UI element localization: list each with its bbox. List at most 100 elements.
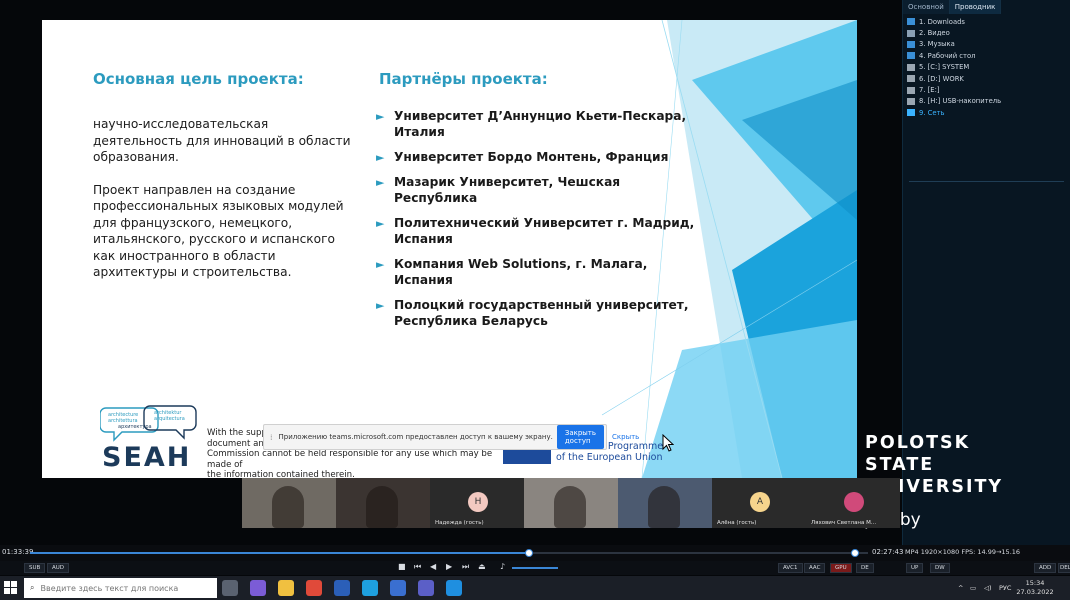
stop-sharing-button[interactable]: Закрыть доступ xyxy=(556,425,605,449)
participant-tile[interactable]: Ляхович Светлана М... xyxy=(806,478,900,528)
volume-tray-icon[interactable]: ◁) xyxy=(984,576,992,600)
participant-avatar: А xyxy=(750,492,770,512)
down-button[interactable]: DW xyxy=(930,563,950,573)
network-icon xyxy=(907,109,915,117)
usb-drive-icon xyxy=(907,97,915,105)
remaining-time: 02:27:43 xyxy=(872,548,904,556)
language-indicator[interactable]: РУС xyxy=(999,576,1011,600)
project-goal-section: Основная цель проекта: научно-исследоват… xyxy=(93,70,353,281)
goal-title: Основная цель проекта: xyxy=(93,70,304,88)
media-player-icon[interactable] xyxy=(446,580,462,596)
open-file-icon[interactable]: ⏏ xyxy=(478,562,486,571)
participant-video xyxy=(366,486,398,528)
drive-icon xyxy=(907,63,915,71)
partners-section: Партнёры проекта: ► Университет Д’Аннунци… xyxy=(376,70,706,338)
next-icon[interactable]: ⏭ xyxy=(462,562,469,572)
up-button[interactable]: UP xyxy=(906,563,924,573)
add-button[interactable]: ADD xyxy=(1034,563,1057,573)
tray-chevron-icon[interactable]: ^ xyxy=(958,576,963,600)
presentation-slide: Основная цель проекта: научно-исследоват… xyxy=(42,20,857,478)
search-input[interactable] xyxy=(40,583,211,593)
volume-slider[interactable] xyxy=(512,567,558,569)
bullet-icon: ► xyxy=(376,299,385,312)
clock-date: 27.03.2022 xyxy=(1016,588,1054,596)
participant-tile[interactable]: А Алёна (гость) xyxy=(712,478,806,528)
play-icon[interactable]: ▶ xyxy=(446,562,452,571)
tab-explorer[interactable]: Проводник xyxy=(949,0,1002,14)
desktop-icon xyxy=(907,52,915,60)
hide-link[interactable]: Скрыть xyxy=(612,433,639,441)
seek-handle[interactable] xyxy=(524,549,533,557)
explorer-tabs: Основной Проводник xyxy=(903,0,1070,14)
elapsed-time: 01:33:39 xyxy=(2,548,34,556)
delete-button[interactable]: DEL xyxy=(1058,563,1070,573)
taskbar-clock[interactable]: 15:34 27.03.2022 xyxy=(1012,579,1058,597)
taskbar-search[interactable]: ⌕ xyxy=(24,578,217,598)
viber-icon[interactable] xyxy=(250,580,266,596)
goal-paragraph: научно-исследовательская деятельность дл… xyxy=(93,117,351,164)
partner-item: ► Университет Бордо Монтень, Франция xyxy=(376,150,669,164)
participant-avatar xyxy=(844,492,864,512)
explorer-item[interactable]: 3. Музыка xyxy=(905,39,1068,50)
gpu-badge[interactable]: GPU xyxy=(830,563,852,573)
explorer-item[interactable]: 5. [C:] SYSTEM xyxy=(905,62,1068,73)
explorer-item-label: 3. Музыка xyxy=(919,40,955,49)
previous-icon[interactable]: ⏮ xyxy=(414,562,421,572)
mouse-cursor-icon xyxy=(662,434,674,452)
search-icon: ⌕ xyxy=(30,583,35,592)
participant-video xyxy=(648,486,680,528)
chrome-icon[interactable] xyxy=(306,580,322,596)
seek-progress xyxy=(30,552,529,554)
participant-video xyxy=(272,486,304,528)
explorer-item[interactable]: 7. [E:] xyxy=(905,84,1068,95)
explorer-item-label: 1. Downloads xyxy=(919,17,965,26)
partners-list: ► Университет Д’Аннунцио Кьети-Пескара, И… xyxy=(376,108,706,329)
explorer-item[interactable]: 6. [D:] WORK xyxy=(905,73,1068,84)
network-tray-icon[interactable]: ▭ xyxy=(970,576,976,600)
explorer-item[interactable]: 2. Видео xyxy=(905,27,1068,38)
download-icon xyxy=(907,18,915,26)
explorer-item-label: 9. Сеть xyxy=(919,108,945,117)
audio-codec-badge: AAC xyxy=(804,563,826,573)
participant-tile[interactable] xyxy=(618,478,712,528)
explorer-item[interactable]: 1. Downloads xyxy=(905,16,1068,27)
participant-tile[interactable]: Н Надежда (гость) xyxy=(430,478,524,528)
media-info: MP4 1920×1080 FPS: 14.99→15.16 xyxy=(905,548,1021,556)
tab-main[interactable]: Основной xyxy=(903,0,950,14)
project-description: Проект направлен на создание профессиона… xyxy=(93,182,344,280)
stop-icon[interactable]: ■ xyxy=(398,562,406,571)
subtitle-button[interactable]: SUB xyxy=(24,563,46,573)
explorer-item[interactable]: 4. Рабочий стол xyxy=(905,50,1068,61)
teams-icon[interactable] xyxy=(418,580,434,596)
save-app-icon[interactable] xyxy=(390,580,406,596)
explorer-item-label: 2. Видео xyxy=(919,29,950,38)
deinterlace-button[interactable]: DE xyxy=(856,563,874,573)
participant-tile[interactable] xyxy=(524,478,618,528)
file-explorer-icon[interactable] xyxy=(278,580,294,596)
secondary-handle[interactable] xyxy=(851,549,860,557)
volume-icon[interactable]: ♪ xyxy=(500,562,505,571)
windows-start-icon[interactable] xyxy=(4,581,18,595)
rewind-icon[interactable]: ◀ xyxy=(430,562,436,571)
task-view-icon[interactable] xyxy=(222,580,238,596)
bullet-icon: ► xyxy=(376,151,385,164)
seah-logo: architecture architettura архитектура ar… xyxy=(100,404,200,473)
participant-tile[interactable] xyxy=(242,478,336,528)
video-codec-badge: AVC1 xyxy=(778,563,803,573)
participant-name: Надежда (гость) xyxy=(435,520,484,526)
drag-handle-icon[interactable]: ⁞ xyxy=(270,433,273,442)
audio-button[interactable]: AUD xyxy=(47,563,70,573)
logo-wordmark: SEAH xyxy=(102,442,192,473)
explorer-item[interactable]: 8. [H:] USB-накопитель xyxy=(905,96,1068,107)
drive-icon xyxy=(907,86,915,94)
participant-tile[interactable] xyxy=(336,478,430,528)
explorer-item[interactable]: 9. Сеть xyxy=(905,107,1068,118)
word-icon[interactable] xyxy=(334,580,350,596)
share-message: Приложению teams.microsoft.com предостав… xyxy=(278,433,553,441)
participant-strip: Н Надежда (гость) А Алёна (гость) Ляхович Св… xyxy=(242,478,900,528)
clock-time: 15:34 xyxy=(1025,579,1045,587)
explorer-item-label: 7. [E:] xyxy=(919,86,940,95)
bullet-icon: ► xyxy=(376,110,385,123)
partner-item: ► Компания Web Solutions, г. Малага, Испа… xyxy=(376,257,648,287)
skype-icon[interactable] xyxy=(362,580,378,596)
